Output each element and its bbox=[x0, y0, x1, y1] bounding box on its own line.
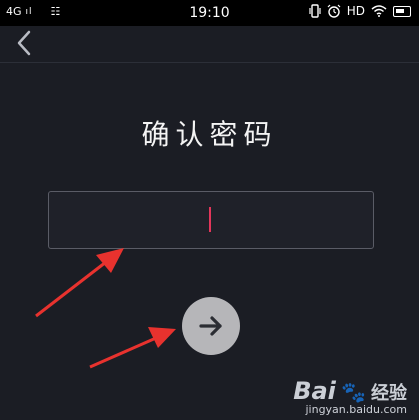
alarm-icon bbox=[327, 4, 341, 18]
chevron-left-icon bbox=[17, 30, 31, 56]
status-bar: 4G ıl ☷ 19:10 HD bbox=[0, 0, 419, 26]
paw-icon: 🐾 bbox=[341, 380, 366, 404]
wifi-icon bbox=[371, 5, 387, 17]
baidu-watermark: Bai 🐾 经验 jingyan.baidu.com bbox=[293, 377, 407, 416]
nav-bar bbox=[0, 26, 419, 63]
status-right: HD bbox=[309, 4, 411, 18]
watermark-logo-cn: 经验 bbox=[371, 383, 407, 404]
watermark-url: jingyan.baidu.com bbox=[305, 403, 407, 416]
annotation-arrow-input bbox=[35, 248, 124, 318]
hd-label: HD bbox=[346, 4, 365, 18]
text-cursor bbox=[209, 207, 211, 232]
password-input[interactable] bbox=[48, 191, 374, 249]
back-button[interactable] bbox=[14, 28, 38, 58]
page-title: 确认密码 bbox=[141, 118, 278, 151]
annotation-arrow-button bbox=[89, 327, 176, 369]
next-button[interactable] bbox=[182, 297, 240, 355]
vibrate-icon bbox=[309, 4, 321, 18]
arrow-right-icon bbox=[199, 316, 222, 336]
watermark-logo: Bai bbox=[293, 377, 336, 405]
battery-icon bbox=[393, 5, 411, 17]
